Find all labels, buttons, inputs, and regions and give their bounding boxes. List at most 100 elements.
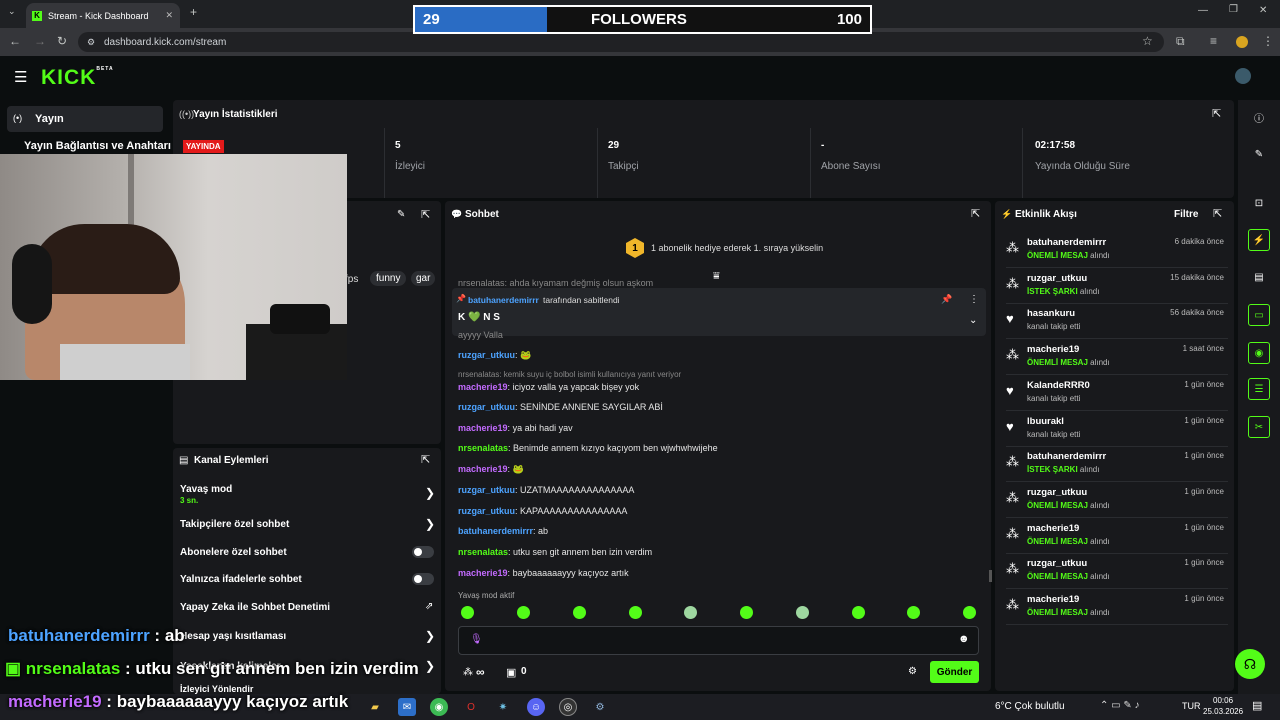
new-tab-icon[interactable]: + <box>190 5 197 19</box>
nav-item-stream-key[interactable]: Yayın Bağlantısı ve Anahtarı <box>24 140 171 152</box>
gift-banner-text[interactable]: 1 abonelik hediye ederek 1. sıraya yükse… <box>651 243 823 253</box>
event-username[interactable]: macherie19 <box>1027 344 1079 355</box>
action-subscribers-only[interactable]: Abonelere özel sohbet <box>180 547 287 558</box>
event-item[interactable]: ⁂ batuhanerdemirrr İSTEK ŞARKI alındı 1 gün… <box>1006 448 1228 483</box>
chat-username[interactable]: ruzgar_utkuu <box>458 350 515 360</box>
emote-icon[interactable] <box>573 606 586 619</box>
emote-icon[interactable] <box>852 606 865 619</box>
url-field[interactable]: ⚙ dashboard.kick.com/stream <box>78 32 1164 52</box>
microphone-icon[interactable]: 🎙 <box>470 634 483 645</box>
window-close-icon[interactable]: ✕ <box>1259 5 1267 16</box>
minimize-icon[interactable]: — <box>1198 5 1208 16</box>
emote-icon[interactable] <box>963 606 976 619</box>
weather-text[interactable]: 6°C Çok bulutlu <box>995 701 1065 712</box>
event-username[interactable]: ruzgar_utkuu <box>1027 558 1087 569</box>
event-username[interactable]: KalandeRRR0 <box>1027 380 1090 391</box>
event-item[interactable]: ♥ lbuurakl kanalı takip etti 1 gün önce <box>1006 413 1228 447</box>
action-ai-moderation[interactable]: Yapay Zeka ile Sohbet Denetimi <box>180 602 330 613</box>
emote-only-toggle[interactable] <box>412 573 434 585</box>
forward-icon[interactable]: → <box>34 34 46 48</box>
site-info-icon[interactable]: ⚙ <box>87 37 95 48</box>
events-icon[interactable]: ⚡ <box>1248 229 1270 251</box>
chat-username[interactable]: nrsenalatas <box>458 547 508 557</box>
maximize-icon[interactable]: ❐ <box>1229 4 1238 15</box>
language-indicator[interactable]: TUR <box>1182 701 1201 711</box>
external-link-icon[interactable]: ⇗ <box>425 601 433 612</box>
tab-search-icon[interactable]: ⌄ <box>8 6 16 17</box>
reload-icon[interactable]: ↻ <box>57 34 67 48</box>
steam-icon[interactable]: ⚙ <box>591 698 609 716</box>
emoji-picker-icon[interactable]: ☻ <box>958 633 970 645</box>
chevron-right-icon[interactable]: ❯ <box>425 629 435 643</box>
action-followers-only[interactable]: Takipçilere özel sohbet <box>180 519 289 530</box>
obs-icon[interactable]: ◎ <box>559 698 577 716</box>
tag-fps[interactable]: fps <box>345 274 358 285</box>
scroll-to-pinned-icon[interactable]: ⩸ <box>713 270 720 283</box>
chat-input[interactable]: 🎙 ☻ <box>458 626 979 655</box>
chat-username[interactable]: nrsenalatas <box>458 443 508 453</box>
info-icon[interactable]: ⓘ <box>1248 106 1270 128</box>
channel-actions-icon[interactable]: ☰ <box>1248 378 1270 400</box>
send-button[interactable]: Gönder <box>930 661 979 683</box>
chat-username[interactable]: macherie19 <box>458 382 508 392</box>
chrome-icon[interactable]: ◉ <box>430 698 448 716</box>
opera-icon[interactable]: O <box>462 698 480 716</box>
chevron-right-icon[interactable]: ❯ <box>425 659 435 673</box>
gift-icon[interactable]: ▣ <box>506 666 516 679</box>
channel-points-icon[interactable]: ⁂ <box>463 667 473 678</box>
event-item[interactable]: ⁂ ruzgar_utkuu ÖNEMLİ MESAJ alındı 1 gün ön… <box>1006 555 1228 590</box>
chat-username[interactable]: macherie19 <box>458 464 508 474</box>
browser-tab[interactable]: K Stream - Kick Dashboard ✕ <box>26 3 180 28</box>
more-options-icon[interactable]: ⋮ <box>969 294 979 305</box>
app-icon[interactable]: ✷ <box>494 698 512 716</box>
action-emote-only[interactable]: Yalnızca ifadelerle sohbet <box>180 574 302 585</box>
chat-username[interactable]: batuhanerdemirrr <box>458 526 533 536</box>
event-username[interactable]: ruzgar_utkuu <box>1027 273 1087 284</box>
chat-username[interactable]: ruzgar_utkuu <box>458 506 515 516</box>
emote-icon[interactable] <box>796 606 809 619</box>
event-item[interactable]: ⁂ macherie19 ÖNEMLİ MESAJ alındı 1 gün önce <box>1006 520 1228 554</box>
event-username[interactable]: batuhanerdemirrr <box>1027 451 1106 462</box>
hamburger-menu-icon[interactable]: ☰ <box>14 68 27 86</box>
discord-icon[interactable]: ☺ <box>527 698 545 716</box>
bookmark-star-icon[interactable]: ☆ <box>1142 34 1153 48</box>
popout-icon[interactable]: ⇱ <box>1212 107 1221 120</box>
emote-icon[interactable] <box>517 606 530 619</box>
event-username[interactable]: lbuurakl <box>1027 416 1064 427</box>
event-username[interactable]: macherie19 <box>1027 523 1079 534</box>
emote-icon[interactable] <box>461 606 474 619</box>
chevron-right-icon[interactable]: ❯ <box>425 517 435 531</box>
edit-icon[interactable]: ✎ <box>1248 143 1270 165</box>
media-icon[interactable]: ≡ <box>1210 34 1217 48</box>
event-item[interactable]: ⁂ ruzgar_utkuu ÖNEMLİ MESAJ alındı 1 gün ön… <box>1006 484 1228 518</box>
popout-icon[interactable]: ⇱ <box>971 207 980 220</box>
action-slow-mode[interactable]: Yavaş mod <box>180 484 232 495</box>
chat-username[interactable]: ruzgar_utkuu <box>458 485 515 495</box>
user-avatar[interactable] <box>1235 68 1251 84</box>
event-item[interactable]: ⁂ macherie19 ÖNEMLİ MESAJ alındı 1 gün önce <box>1006 591 1228 625</box>
unpin-icon[interactable]: 📌 <box>941 294 952 305</box>
back-icon[interactable]: ← <box>9 34 21 48</box>
mail-icon[interactable]: ✉ <box>398 698 416 716</box>
file-explorer-icon[interactable]: ▰ <box>366 698 384 716</box>
chat-settings-icon[interactable]: ⚙ <box>908 666 917 677</box>
tray-icons[interactable]: ⌃ ▭ ✎ ♪ <box>1100 700 1140 711</box>
clock-date[interactable]: 25.03.2026 <box>1203 707 1243 716</box>
chat-username[interactable]: macherie19 <box>458 423 508 433</box>
tag-funny[interactable]: funny <box>370 271 407 286</box>
support-headset-icon[interactable]: ☊ <box>1235 649 1265 679</box>
chat-username[interactable]: ruzgar_utkuu <box>458 402 515 412</box>
event-username[interactable]: ruzgar_utkuu <box>1027 487 1087 498</box>
popout-icon[interactable]: ⇱ <box>421 453 430 466</box>
event-item[interactable]: ♥ KalandeRRR0 kanalı takip etti 1 gün önce <box>1006 377 1228 411</box>
action-account-age[interactable]: Hesap yaşı kısıtlaması <box>180 631 286 642</box>
filter-button[interactable]: Filtre <box>1174 209 1198 220</box>
event-item[interactable]: ♥ hasankuru kanalı takip etti 56 dakika önc… <box>1006 305 1228 340</box>
event-username[interactable]: macherie19 <box>1027 594 1079 605</box>
popout-icon[interactable]: ⇱ <box>1213 207 1222 220</box>
event-item[interactable]: ⁂ macherie19 ÖNEMLİ MESAJ alındı 1 saat önc… <box>1006 341 1228 376</box>
subscribers-only-toggle[interactable] <box>412 546 434 558</box>
emote-icon[interactable] <box>740 606 753 619</box>
camera-focus-icon[interactable]: ⊡ <box>1248 192 1270 214</box>
event-item[interactable]: ⁂ batuhanerdemirrr ÖNEMLİ MESAJ alındı 6 da… <box>1006 234 1228 268</box>
